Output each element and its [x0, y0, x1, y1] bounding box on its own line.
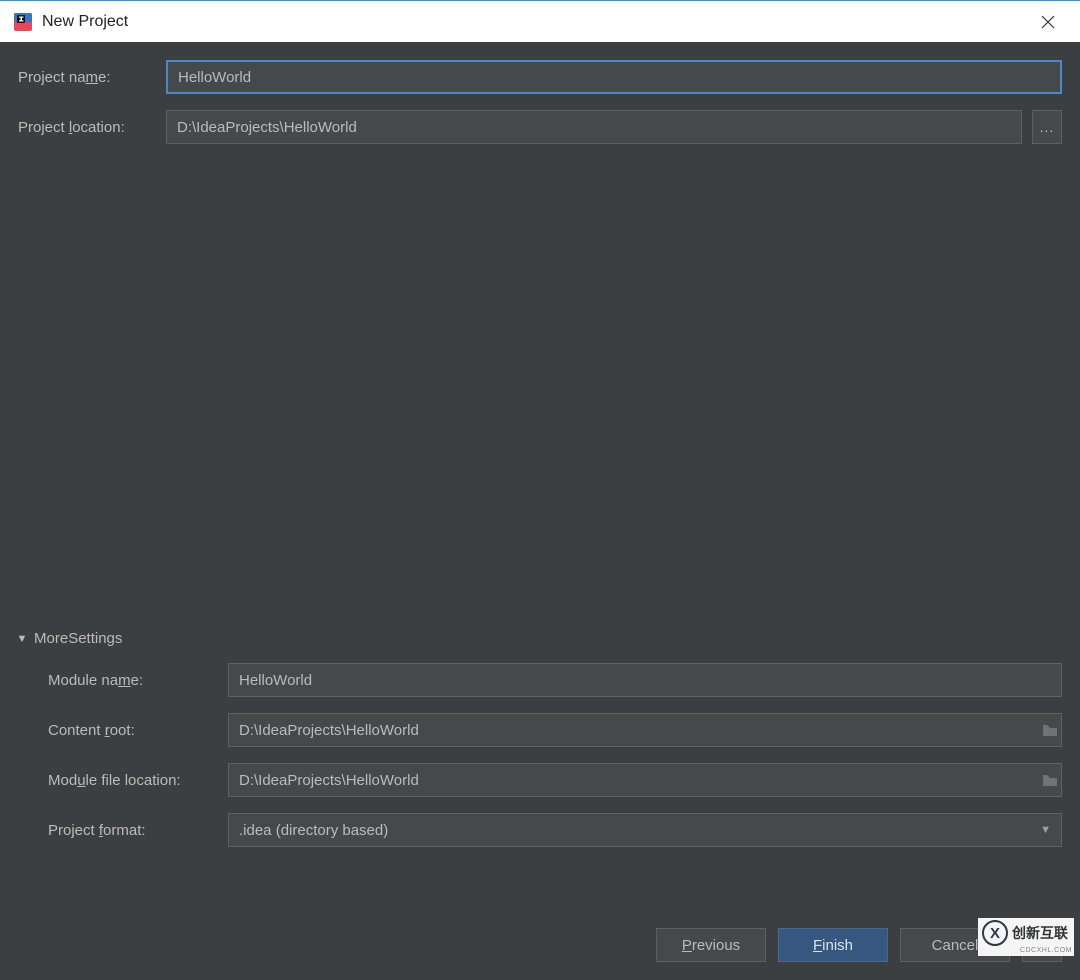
- more-settings-body: Module name: HelloWorld Content root: D:…: [18, 663, 1062, 847]
- watermark-icon: X: [982, 920, 1008, 946]
- chevron-down-icon: ▼: [1040, 824, 1051, 836]
- module-file-location-input[interactable]: D:\IdeaProjects\HelloWorld: [228, 763, 1062, 797]
- project-location-input[interactable]: D:\IdeaProjects\HelloWorld: [166, 110, 1022, 144]
- project-name-input[interactable]: HelloWorld: [166, 60, 1062, 94]
- window-title: New Project: [42, 13, 1028, 31]
- project-format-label: Project format:: [48, 822, 228, 839]
- more-settings-toggle[interactable]: ▼ More Settings: [14, 630, 1062, 647]
- chevron-down-icon: ▼: [14, 633, 30, 645]
- project-location-label: Project location:: [18, 119, 166, 136]
- browse-button[interactable]: ...: [1032, 110, 1062, 144]
- titlebar: New Project: [0, 0, 1080, 42]
- module-name-input[interactable]: HelloWorld: [228, 663, 1062, 697]
- previous-button[interactable]: Previous: [656, 928, 766, 962]
- module-file-location-label: Module file location:: [48, 772, 228, 789]
- project-format-select[interactable]: .idea (directory based) ▼: [228, 813, 1062, 847]
- project-name-label: Project name:: [18, 69, 166, 86]
- folder-icon[interactable]: [1039, 773, 1061, 787]
- finish-button[interactable]: Finish: [778, 928, 888, 962]
- main-form: Project name: HelloWorld Project locatio…: [0, 42, 1080, 847]
- watermark: X 创新互联 CDCXHL.COM: [978, 918, 1074, 956]
- close-button[interactable]: [1028, 2, 1068, 42]
- folder-icon[interactable]: [1039, 723, 1061, 737]
- content-root-label: Content root:: [48, 722, 228, 739]
- app-icon: [12, 11, 34, 33]
- module-name-label: Module name:: [48, 672, 228, 689]
- content-root-input[interactable]: D:\IdeaProjects\HelloWorld: [228, 713, 1062, 747]
